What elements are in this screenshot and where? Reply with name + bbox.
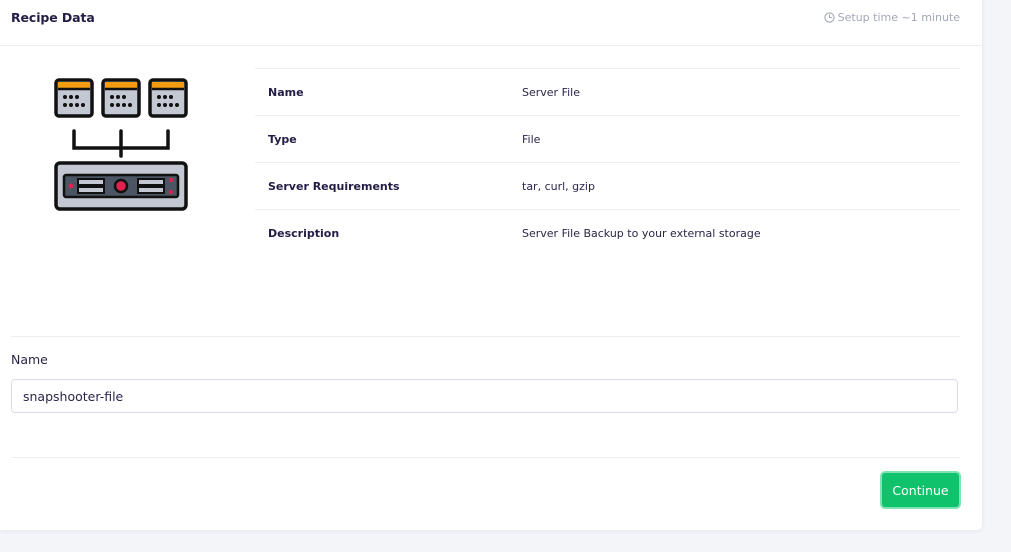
server-file-icon — [52, 76, 192, 216]
clock-icon — [823, 12, 835, 23]
row-key: Name — [268, 85, 304, 99]
recipe-card: Recipe Data Setup time ~1 minute Name Se… — [0, 0, 983, 531]
row-value: Server File Backup to your external stor… — [522, 226, 761, 240]
setup-time: Setup time ~1 minute — [823, 11, 960, 24]
table-row: Type File — [255, 115, 960, 163]
continue-button[interactable]: Continue — [880, 471, 961, 509]
section-divider — [11, 336, 960, 337]
name-input[interactable] — [11, 379, 958, 413]
row-value: tar, curl, gzip — [522, 179, 595, 193]
row-key: Server Requirements — [268, 179, 400, 193]
row-value: File — [522, 132, 541, 146]
table-row: Server Requirements tar, curl, gzip — [255, 162, 960, 210]
card-header: Recipe Data Setup time ~1 minute — [0, 0, 982, 46]
row-key: Description — [268, 226, 340, 240]
card-title: Recipe Data — [11, 10, 95, 25]
footer-divider — [11, 457, 960, 458]
table-row: Description Server File Backup to your e… — [255, 209, 960, 257]
name-label: Name — [11, 352, 48, 367]
row-value: Server File — [522, 85, 580, 99]
table-row: Name Server File — [255, 68, 960, 116]
recipe-info-table: Name Server File Type File Server Requir… — [255, 68, 960, 257]
row-key: Type — [268, 132, 297, 146]
setup-time-text: Setup time ~1 minute — [837, 11, 960, 24]
